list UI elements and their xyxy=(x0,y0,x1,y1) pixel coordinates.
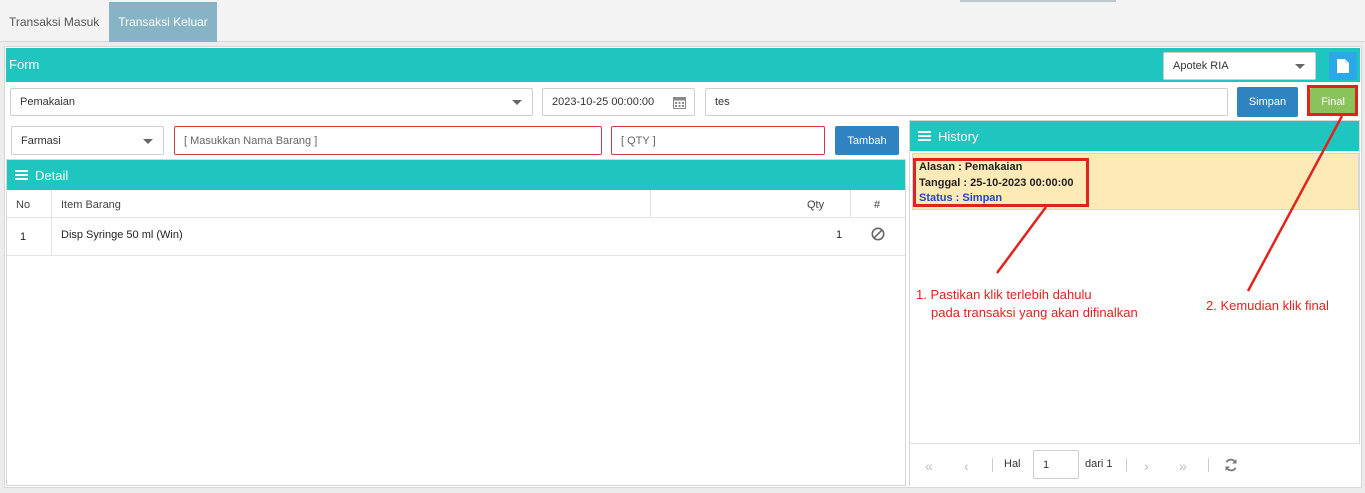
annotation-arrow-1 xyxy=(995,206,1048,274)
annotation-note-1-line1: 1. Pastikan klik terlebih dahulu xyxy=(916,287,1092,302)
annotation-arrow-2 xyxy=(1246,115,1344,292)
annotation-note-1-line2: pada transaksi yang akan difinalkan xyxy=(931,305,1138,320)
annotation-arrows xyxy=(995,115,1344,292)
annotation-note-1: 1. Pastikan klik terlebih dahulu pada tr… xyxy=(916,286,1138,322)
annotation-note-2: 2. Kemudian klik final xyxy=(1206,298,1329,313)
